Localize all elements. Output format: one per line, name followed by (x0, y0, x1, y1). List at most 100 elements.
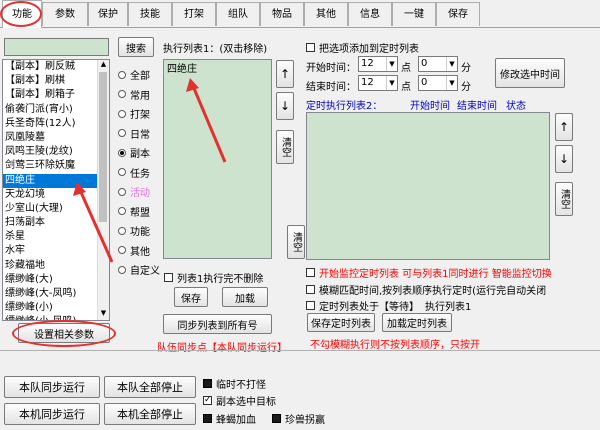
checkbox-box[interactable] (272, 414, 281, 423)
radio-filter-option[interactable]: 副本 (118, 145, 150, 160)
tab-other[interactable]: 其他 (304, 2, 348, 26)
chevron-down-icon[interactable]: ▼ (386, 76, 397, 90)
radio-filter-option[interactable]: 日常 (118, 126, 150, 141)
list-item[interactable]: 凤鸣王陵(龙纹) (3, 145, 109, 159)
radio-circle[interactable] (118, 168, 126, 176)
list-item[interactable]: 缥缈峰(大-凤鸣) (3, 287, 109, 301)
tab-save[interactable]: 保存 (436, 2, 480, 26)
list-item[interactable]: 水牢 (3, 244, 109, 258)
checkbox-box[interactable] (203, 394, 212, 406)
radio-circle[interactable] (118, 90, 126, 98)
radio-circle[interactable] (118, 226, 126, 235)
tab-skills[interactable]: 技能 (128, 2, 172, 26)
scrollbar-thumb[interactable] (99, 72, 107, 222)
add-to-timer-checkbox[interactable]: 把选项添加到定时列表 (306, 40, 419, 55)
search-button[interactable]: 搜索 (118, 37, 154, 57)
list-item[interactable]: 【副本】刷反贼 (3, 60, 109, 74)
radio-circle[interactable] (118, 70, 126, 79)
tab-items[interactable]: 物品 (260, 2, 304, 26)
list-item[interactable]: 珍藏福地 (3, 259, 109, 273)
checkbox-box[interactable] (306, 43, 315, 52)
radio-circle[interactable] (118, 129, 126, 137)
load-list1-button[interactable]: 加载 (222, 287, 268, 307)
clear-list2-button[interactable]: 清空 (555, 182, 573, 216)
radio-circle[interactable] (118, 148, 126, 157)
radio-circle[interactable] (118, 187, 126, 196)
pet-skip-checkbox[interactable]: 珍兽拐赢 (272, 411, 325, 426)
radio-filter-option[interactable]: 其他 (118, 243, 150, 258)
move-down-button[interactable]: ↓ (276, 92, 294, 120)
timer-waiting-checkbox[interactable]: 定时列表处于【等待】 执行列表1 (306, 298, 471, 313)
checkbox-box[interactable] (306, 301, 315, 310)
radio-filter-option[interactable]: 帮盟 (118, 204, 150, 219)
start-hour-select[interactable]: 12 ▼ (358, 56, 398, 72)
radio-filter-option[interactable]: 自定义 (118, 262, 160, 277)
dungeon-target-checkbox[interactable]: 副本选中目标 (203, 393, 276, 408)
fuzzy-match-checkbox[interactable]: 模糊匹配时间,按列表顺序执行定时(运行完自动关闭 (306, 282, 546, 297)
tab-protect[interactable]: 保护 (88, 2, 128, 26)
tab-params[interactable]: 参数 (42, 2, 88, 26)
load-timer-list-button[interactable]: 加载定时列表 (382, 313, 452, 332)
save-list1-button[interactable]: 保存 (174, 287, 208, 307)
tab-fight[interactable]: 打架 (172, 2, 216, 26)
radio-circle[interactable] (118, 109, 126, 118)
list-item[interactable]: 缥缈峰(大) (3, 273, 109, 287)
instance-list[interactable]: 【副本】刷反贼 【副本】刷棋 【副本】刷箱子 偷袭门派(宵小) 兵圣奇阵(12人) 凤凰陵… (2, 59, 110, 321)
list-item[interactable]: 四绝庄 (3, 173, 109, 188)
list-item[interactable]: 兵圣奇阵(12人) (3, 117, 109, 131)
checkbox-box[interactable] (306, 285, 315, 294)
list-item[interactable]: 杀星 (3, 230, 109, 244)
timed-list-2[interactable] (306, 112, 550, 260)
checkbox-box[interactable] (164, 273, 173, 282)
list-item[interactable]: 【副本】刷箱子 (3, 88, 109, 102)
radio-circle[interactable] (118, 265, 126, 274)
radio-circle[interactable] (118, 207, 126, 215)
radio-filter-option[interactable]: 全部 (118, 67, 150, 82)
radio-filter-option[interactable]: 打架 (118, 106, 150, 121)
checkbox-box[interactable] (306, 268, 315, 277)
checkbox-box[interactable] (203, 379, 212, 388)
list-item[interactable]: 剑莺三环除妖魔 (3, 159, 109, 173)
bee-heal-checkbox[interactable]: 蜂蝎加血 (203, 411, 256, 426)
tab-info[interactable]: 信息 (348, 2, 392, 26)
move-up-button[interactable]: ↑ (276, 60, 294, 88)
start-minute-select[interactable]: 0 ▼ (418, 56, 458, 72)
radio-filter-option[interactable]: 功能 (118, 223, 150, 238)
radio-filter-option[interactable]: 任务 (118, 165, 150, 180)
search-input[interactable] (4, 38, 109, 56)
list-scrollbar[interactable]: ▲ ▼ (97, 60, 109, 320)
monitor-timer-checkbox[interactable]: 开始监控定时列表 可与列表1同时进行 智能监控切换 (306, 265, 552, 280)
list-item[interactable]: 【副本】刷棋 (3, 74, 109, 88)
local-sync-run-button[interactable]: 本机同步运行 (4, 403, 100, 425)
no-fight-checkbox[interactable]: 临时不打怪 (203, 376, 266, 391)
radio-filter-option[interactable]: 活动 (118, 184, 150, 199)
end-hour-select[interactable]: 12 ▼ (358, 75, 398, 91)
chevron-down-icon[interactable]: ▼ (386, 57, 397, 71)
save-timer-list-button[interactable]: 保存定时列表 (307, 313, 375, 332)
checkbox-box[interactable] (203, 414, 212, 423)
modify-time-button[interactable]: 修改选中时间 (495, 58, 565, 88)
team-sync-run-button[interactable]: 本队同步运行 (4, 376, 100, 398)
list-item[interactable]: 缥缈峰(小) (3, 301, 109, 315)
clear-list1-lower-button[interactable]: 清空 (287, 225, 305, 259)
tab-onekey[interactable]: 一键 (392, 2, 436, 26)
end-minute-select[interactable]: 0 ▼ (418, 75, 458, 91)
clear-list1-button[interactable]: 清空 (276, 130, 294, 164)
list-item[interactable]: 扫荡副本 (3, 216, 109, 230)
sync-list-all-button[interactable]: 同步列表到所有号 (163, 314, 272, 334)
radio-circle[interactable] (118, 246, 126, 254)
timer-move-down-button[interactable]: ↓ (555, 145, 573, 173)
list-item[interactable]: 四绝庄 (164, 63, 271, 77)
list1-nodelete-checkbox[interactable]: 列表1执行完不删除 (164, 270, 263, 285)
local-stop-all-button[interactable]: 本机全部停止 (104, 403, 196, 425)
chevron-down-icon[interactable]: ▼ (446, 57, 457, 71)
chevron-down-icon[interactable]: ▼ (446, 76, 457, 90)
list-item[interactable]: 少室山(大理) (3, 202, 109, 216)
team-stop-all-button[interactable]: 本队全部停止 (104, 376, 196, 398)
list-item[interactable]: 偷袭门派(宵小) (3, 103, 109, 117)
timer-move-up-button[interactable]: ↑ (555, 113, 573, 141)
list-item[interactable]: 凤凰陵墓 (3, 131, 109, 145)
list-item[interactable]: 天龙幻境 (3, 188, 109, 202)
radio-filter-option[interactable]: 常用 (118, 87, 150, 102)
execution-list-1[interactable]: 四绝庄 (163, 59, 272, 259)
